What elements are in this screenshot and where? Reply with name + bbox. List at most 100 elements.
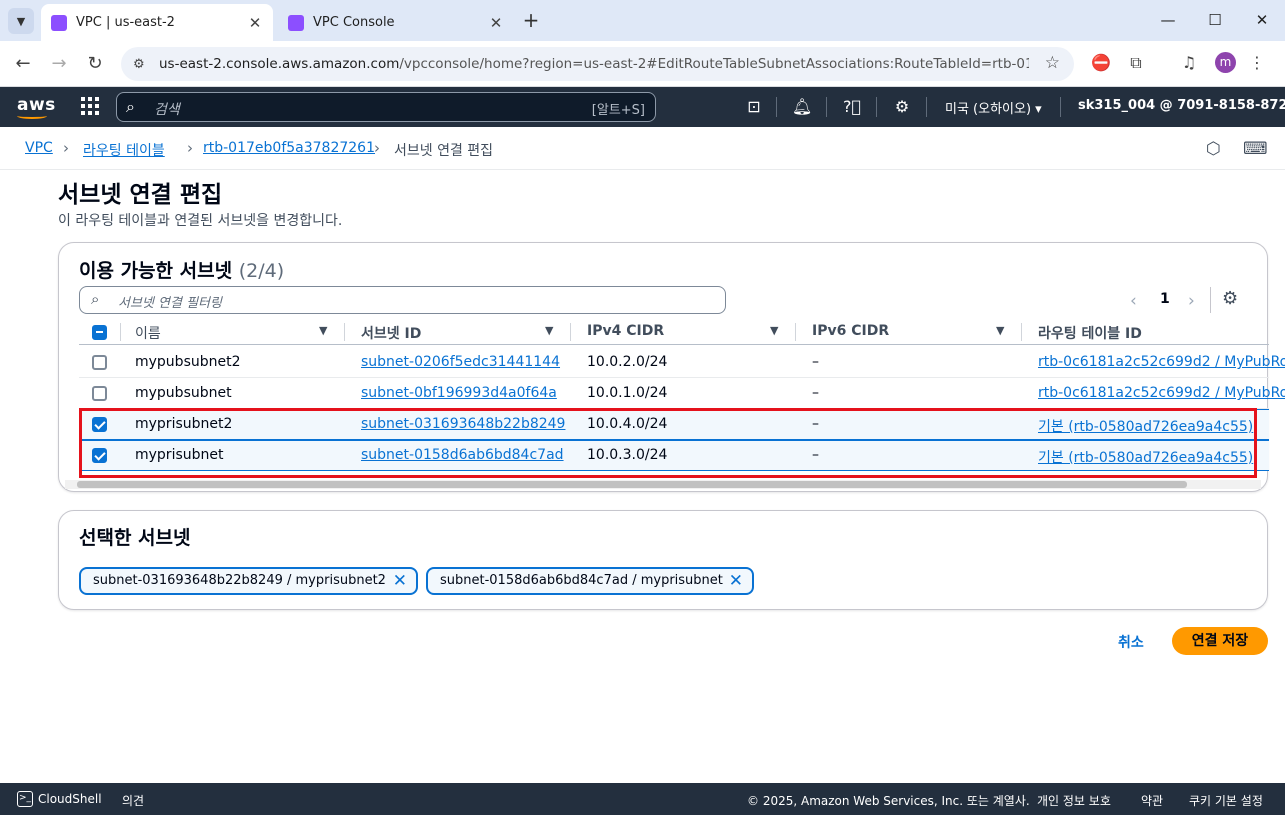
site-info-icon[interactable]: ⚙ xyxy=(133,57,153,72)
browser-tab-vpc-us-east-2[interactable]: VPC | us-east-2 ✕ xyxy=(41,4,273,41)
breadcrumb-vpc[interactable]: VPC xyxy=(25,140,53,156)
sort-caret-icon[interactable]: ▼ xyxy=(545,324,553,337)
previous-page-icon[interactable]: ‹ xyxy=(1130,291,1137,311)
privacy-link[interactable]: 개인 정보 보호 xyxy=(1037,792,1111,809)
close-window-button[interactable]: ✕ xyxy=(1239,6,1285,34)
services-grid-icon[interactable] xyxy=(81,97,101,117)
region-selector[interactable]: 미국 (오하이오) ▾ xyxy=(945,98,1042,117)
selected-subnets-title: 선택한 서브넷 xyxy=(79,527,191,549)
save-associations-button[interactable]: 연결 저장 xyxy=(1172,627,1268,655)
browser-menu-icon[interactable]: ⋮ xyxy=(1245,53,1269,72)
route-table-link[interactable]: rtb-0c6181a2c52c699d2 / MyPubRo xyxy=(1038,385,1285,401)
column-header-ipv6-cidr[interactable]: IPv6 CIDR xyxy=(812,323,889,339)
tab-search-button[interactable]: ▼ xyxy=(8,8,34,34)
subnet-filter-input[interactable]: ⌕ 서브넷 연결 필터링 xyxy=(79,286,726,314)
token-label: subnet-031693648b22b8249 / myprisubnet2 xyxy=(93,573,386,588)
cloudshell-icon[interactable]: >_ xyxy=(17,791,33,807)
minimize-button[interactable]: — xyxy=(1145,6,1191,34)
new-tab-button[interactable]: + xyxy=(518,8,544,34)
reload-icon[interactable]: ↻ xyxy=(81,50,109,78)
next-page-icon[interactable]: › xyxy=(1188,291,1195,311)
media-control-icon[interactable]: ♫ xyxy=(1177,53,1201,72)
row-checkbox[interactable] xyxy=(92,355,107,370)
bookmark-star-icon[interactable]: ☆ xyxy=(1045,53,1060,73)
back-arrow-icon[interactable]: ← xyxy=(9,50,37,78)
profile-avatar[interactable]: m xyxy=(1215,52,1236,73)
address-bar[interactable]: ⚙ us-east-2.console.aws.amazon.com/vpcco… xyxy=(121,47,1074,81)
remove-token-icon[interactable]: ✕ xyxy=(729,571,743,591)
close-tab-icon[interactable]: ✕ xyxy=(488,14,504,32)
route-table-link[interactable]: rtb-0c6181a2c52c699d2 / MyPubRo xyxy=(1038,354,1285,370)
guidance-hexagon-icon[interactable]: ⬡ xyxy=(1206,139,1221,159)
table-header: 이름 ▼ 서브넷 ID ▼ IPv4 CIDR ▼ IPv6 CIDR ▼ 라우… xyxy=(79,321,1269,345)
breadcrumb-current: 서브넷 연결 편집 xyxy=(394,143,494,159)
column-divider xyxy=(570,323,571,341)
selected-subnet-token: subnet-0158d6ab6bd84c7ad / myprisubnet ✕ xyxy=(426,567,754,595)
current-page-number[interactable]: 1 xyxy=(1160,291,1170,307)
settings-gear-icon[interactable]: ⚙ xyxy=(891,97,913,117)
row-checkbox[interactable] xyxy=(92,386,107,401)
search-shortcut-hint: [알트+S] xyxy=(591,103,645,118)
search-icon: ⌕ xyxy=(91,290,100,308)
column-divider xyxy=(1021,323,1022,341)
url-text[interactable]: us-east-2.console.aws.amazon.com/vpccons… xyxy=(159,56,1029,72)
terms-link[interactable]: 약관 xyxy=(1141,792,1163,809)
feedback-screen-icon[interactable]: ⌨ xyxy=(1243,139,1268,159)
scrollbar-thumb[interactable] xyxy=(77,481,1187,488)
ipv6-cidr: – xyxy=(812,385,819,401)
feedback-link[interactable]: 의견 xyxy=(122,792,144,809)
extension-blocked-icon[interactable]: ⛔ xyxy=(1089,53,1113,72)
horizontal-scrollbar[interactable] xyxy=(65,480,1261,489)
column-header-name[interactable]: 이름 xyxy=(135,323,161,343)
maximize-button[interactable]: ☐ xyxy=(1192,6,1238,34)
cancel-button[interactable]: 취소 xyxy=(1118,632,1144,652)
table-preferences-gear-icon[interactable]: ⚙ xyxy=(1222,288,1238,309)
search-placeholder: 검색 xyxy=(154,102,180,118)
sort-caret-icon[interactable]: ▼ xyxy=(770,324,778,337)
chevron-right-icon: › xyxy=(63,139,69,157)
close-tab-icon[interactable]: ✕ xyxy=(247,14,263,32)
column-divider xyxy=(120,323,121,341)
browser-tab-vpc-console[interactable]: VPC Console ✕ xyxy=(278,4,514,41)
help-icon[interactable]: ?⃝ xyxy=(841,97,863,117)
remove-token-icon[interactable]: ✕ xyxy=(393,571,407,591)
copyright-text: © 2025, Amazon Web Services, Inc. 또는 계열사… xyxy=(747,794,1030,808)
ipv4-cidr: 10.0.2.0/24 xyxy=(587,354,668,370)
column-divider xyxy=(344,323,345,341)
extensions-puzzle-icon[interactable]: ⧉ xyxy=(1124,53,1148,73)
highlight-annotation-box xyxy=(79,408,1257,478)
selection-count: (2/4) xyxy=(238,260,285,282)
nav-divider xyxy=(1060,97,1061,117)
token-label: subnet-0158d6ab6bd84c7ad / myprisubnet xyxy=(440,573,723,588)
cloudshell-link[interactable]: CloudShell xyxy=(38,792,102,806)
selected-subnet-token: subnet-031693648b22b8249 / myprisubnet2 … xyxy=(79,567,418,595)
account-menu[interactable]: sk315_004 @ 7091-8158-8723 ▾ xyxy=(1078,98,1285,113)
ipv6-cidr: – xyxy=(812,354,819,370)
unified-search-input[interactable]: ⌕ 검색 [알트+S] xyxy=(116,92,656,122)
column-header-route-table-id[interactable]: 라우팅 테이블 ID xyxy=(1038,323,1142,343)
vpc-favicon-icon xyxy=(51,14,67,31)
page-description: 이 라우팅 테이블과 연결된 서브넷을 변경합니다. xyxy=(58,213,343,229)
notifications-bell-icon[interactable]: 🔔︎ xyxy=(791,97,813,117)
breadcrumb-route-table-id[interactable]: rtb-017eb0f5a37827261 xyxy=(203,140,375,156)
subnet-name: mypubsubnet xyxy=(135,385,232,401)
page-title: 서브넷 연결 편집 xyxy=(58,182,223,208)
column-header-ipv4-cidr[interactable]: IPv4 CIDR xyxy=(587,323,664,339)
chevron-right-icon: › xyxy=(187,139,193,157)
cloudshell-icon[interactable]: ⊡ xyxy=(743,97,765,117)
aws-logo[interactable]: aws xyxy=(17,95,56,119)
sort-caret-icon[interactable]: ▼ xyxy=(319,324,327,337)
sort-caret-icon[interactable]: ▼ xyxy=(996,324,1004,337)
table-row[interactable]: mypubsubnet subnet-0bf196993d4a0f64a 10.… xyxy=(79,378,1285,409)
subnet-id-link[interactable]: subnet-0bf196993d4a0f64a xyxy=(361,385,557,401)
cookie-preferences-link[interactable]: 쿠키 기본 설정 xyxy=(1189,792,1263,809)
subnet-id-link[interactable]: subnet-0206f5edc31441144 xyxy=(361,354,560,370)
breadcrumb-route-tables[interactable]: 라우팅 테이블 xyxy=(83,140,165,160)
search-icon: ⌕ xyxy=(126,97,135,116)
select-all-checkbox[interactable] xyxy=(92,325,107,340)
forward-arrow-icon[interactable]: → xyxy=(45,50,73,78)
nav-divider xyxy=(876,97,877,117)
column-header-subnet-id[interactable]: 서브넷 ID xyxy=(361,323,421,343)
table-row[interactable]: mypubsubnet2 subnet-0206f5edc31441144 10… xyxy=(79,347,1285,378)
chevron-down-icon: ▼ xyxy=(16,14,26,28)
